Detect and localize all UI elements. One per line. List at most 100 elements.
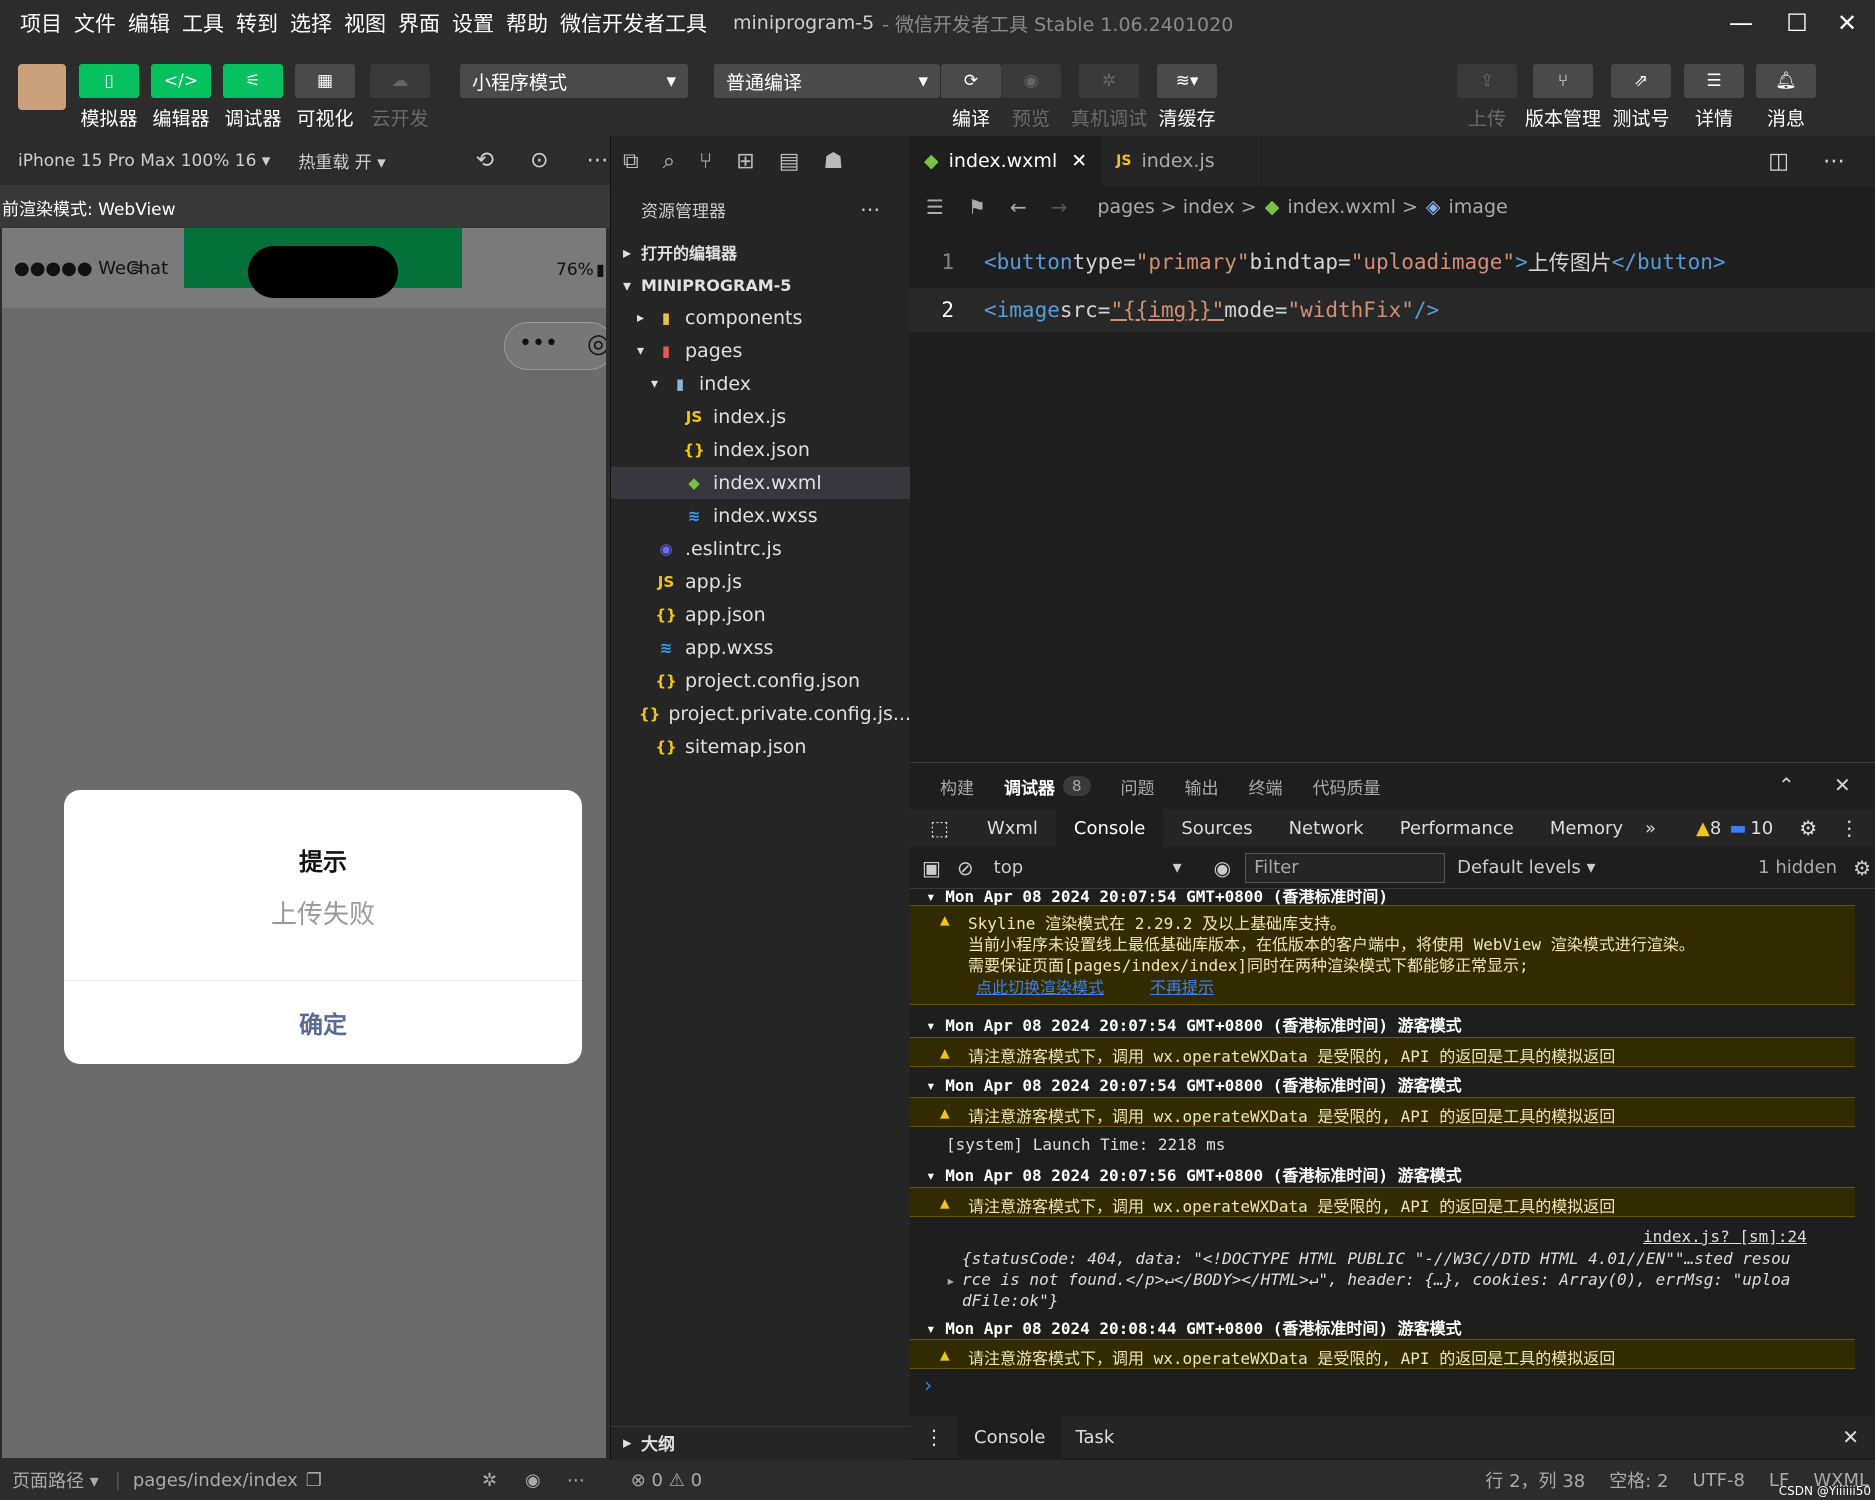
more-dots-icon[interactable]: ••• [519, 331, 558, 356]
devtools-tab[interactable]: Performance [1382, 809, 1532, 847]
drawer-tab-task[interactable]: Task [1061, 1427, 1128, 1448]
menu-item[interactable]: 选择 [284, 8, 338, 38]
version-button[interactable]: ⑂ 版本管理 [1525, 46, 1601, 131]
tree-item[interactable]: ◆ index.wxml [611, 467, 911, 499]
rotate-icon[interactable]: ⟲ [476, 148, 494, 173]
list-icon[interactable]: ☰ [926, 195, 944, 219]
devtools-tab[interactable]: Wxml [969, 809, 1056, 847]
breadcrumb-path[interactable]: pages > index > [1097, 196, 1256, 218]
tree-item[interactable]: ▸ ▮ components [611, 302, 911, 334]
upload-button[interactable]: ⇪ 上传 [1452, 46, 1522, 131]
menu-item[interactable]: 编辑 [122, 8, 176, 38]
switch-render-link[interactable]: 点此切换渲染模式 [976, 974, 1104, 998]
warning-count[interactable]: 8 [1710, 818, 1721, 839]
close-window-button[interactable]: ✕ [1819, 0, 1875, 46]
stop-icon[interactable]: ⊙ [530, 148, 548, 173]
debugger-button[interactable]: ⚟ 调试器 [218, 46, 288, 131]
menu-item[interactable]: 转到 [230, 8, 284, 38]
project-section[interactable]: ▾ MINIPROGRAM-5 [611, 269, 911, 301]
devtools-tab[interactable]: Console [1055, 809, 1164, 847]
menu-item[interactable]: 微信开发者工具 [554, 8, 713, 38]
bug-icon[interactable]: ✲ [482, 1470, 497, 1491]
tree-item[interactable]: {} project.private.config.js... [611, 698, 911, 730]
capsule-menu[interactable]: ••• ◎ [504, 322, 606, 370]
close-icon[interactable]: ✕ [1071, 150, 1087, 172]
more-icon[interactable]: ⋯ [860, 197, 880, 221]
outline-section[interactable]: ▸ 大纲 [611, 1426, 911, 1458]
dialog-confirm-button[interactable]: 确定 [64, 980, 582, 1064]
tab-index-js[interactable]: JS index.js [1102, 136, 1263, 186]
log-object[interactable]: dFile:ok"} [962, 1291, 1875, 1310]
clear-cache-button[interactable]: ≋▾ 清缓存 [1152, 46, 1222, 131]
encoding[interactable]: UTF-8 [1692, 1470, 1744, 1491]
more-icon[interactable]: ⋯ [567, 1470, 585, 1491]
log-group-header[interactable]: ▾ Mon Apr 08 2024 20:07:54 GMT+0800 (香港标… [926, 1012, 1871, 1036]
devtools-tab[interactable]: Memory [1532, 809, 1641, 847]
cloud-button[interactable]: ☁ 云开发 [365, 46, 435, 131]
remote-debug-button[interactable]: ✲ 真机调试 [1071, 46, 1147, 131]
tab-index-wxml[interactable]: ◆ index.wxml ✕ [910, 136, 1103, 186]
more-tabs-button[interactable]: » [1645, 818, 1656, 839]
menu-item[interactable]: 界面 [392, 8, 446, 38]
tree-item[interactable]: {} project.config.json [611, 665, 911, 697]
panel-tab[interactable]: 输出 [1185, 774, 1219, 799]
menu-item[interactable]: 设置 [446, 8, 500, 38]
visual-button[interactable]: ▦ 可视化 [290, 46, 360, 131]
chevron-up-icon[interactable]: ⌃ [1778, 773, 1795, 797]
devtools-tab[interactable]: Sources [1163, 809, 1270, 847]
devtools-tab[interactable]: Network [1271, 809, 1382, 847]
forward-icon[interactable]: → [1051, 195, 1068, 219]
log-object[interactable]: rce is not found.</p>↵</BODY></HTML>↵", … [962, 1270, 1875, 1289]
preview-button[interactable]: ◉ 预览 [996, 46, 1066, 131]
code-line-2[interactable]: 2 <image src= "{{img}}" mode= "widthFix"/> [910, 288, 1875, 332]
inspect-icon[interactable]: ⬚ [910, 816, 969, 840]
levels-select[interactable]: Default levels ▾ [1457, 857, 1595, 878]
details-button[interactable]: ☰ 详情 [1679, 46, 1749, 131]
tree-item[interactable]: ▾ ▮ pages [611, 335, 911, 367]
messages-button[interactable]: 🔔︎ 消息 [1751, 46, 1821, 131]
log-group-header[interactable]: ▾ Mon Apr 08 2024 20:07:54 GMT+0800 (香港标… [926, 1072, 1871, 1096]
page-route-select[interactable]: 页面路径 ▾ [12, 1467, 99, 1493]
git-icon[interactable]: ⑂ [699, 149, 712, 174]
back-icon[interactable]: ← [1010, 195, 1027, 219]
clear-console-icon[interactable]: ⊘ [957, 856, 974, 880]
problems-count[interactable]: ⊗ 0 ⚠ 0 [631, 1470, 702, 1491]
breadcrumb-element[interactable]: image [1449, 196, 1508, 218]
tree-item[interactable]: {} app.json [611, 599, 911, 631]
maximize-button[interactable]: ☐ [1769, 0, 1825, 46]
panel-tab[interactable]: 调试器 [1004, 774, 1055, 799]
more-vert-icon[interactable]: ⋮ [1839, 816, 1859, 840]
compile-mode-select[interactable]: 普通编译 ▾ [714, 64, 940, 98]
drawer-tab-console[interactable]: Console [958, 1416, 1062, 1458]
indent-setting[interactable]: 空格: 2 [1609, 1467, 1668, 1493]
settings-icon[interactable]: ⚙ [1799, 816, 1817, 840]
context-select[interactable]: top ▾ [994, 857, 1194, 878]
more-icon[interactable]: ⋯ [1823, 149, 1845, 174]
split-editor-icon[interactable]: ◫ [1768, 149, 1789, 174]
close-icon[interactable]: ✕ [1842, 1425, 1859, 1449]
device-select[interactable]: iPhone 15 Pro Max 100% 16 ▾ [18, 151, 270, 171]
tree-item[interactable]: ≋ index.wxss [611, 500, 911, 532]
open-editors-section[interactable]: ▸ 打开的编辑器 [611, 236, 911, 268]
simulator-button[interactable]: ▯ 模拟器 [74, 46, 144, 131]
docker-icon[interactable]: ☗ [823, 149, 843, 174]
settings-icon[interactable]: ⚙ [1853, 856, 1871, 880]
search-icon[interactable]: ⌕ [663, 149, 675, 174]
tree-item[interactable]: {} sitemap.json [611, 731, 911, 763]
log-group-header[interactable]: ▾ Mon Apr 08 2024 20:08:44 GMT+0800 (香港标… [926, 1315, 1871, 1339]
filter-input[interactable]: Filter [1245, 852, 1446, 883]
panel-tab[interactable]: 代码质量 [1313, 774, 1381, 799]
breadcrumb-file[interactable]: index.wxml > [1287, 196, 1418, 218]
menu-item[interactable]: 视图 [338, 8, 392, 38]
eye-icon[interactable]: ◉ [1214, 856, 1231, 880]
tree-item[interactable]: {} index.json [611, 434, 911, 466]
tree-item[interactable]: ≋ app.wxss [611, 632, 911, 664]
dont-show-link[interactable]: 不再提示 [1150, 974, 1214, 998]
tree-item[interactable]: JS app.js [611, 566, 911, 598]
menu-item[interactable]: 项目 [14, 8, 68, 38]
log-object[interactable]: {statusCode: 404, data: "<!DOCTYPE HTML … [962, 1249, 1875, 1268]
source-link[interactable]: index.js? [sm]:24 [1643, 1227, 1875, 1246]
panel-tab[interactable]: 构建 [940, 774, 974, 799]
avatar[interactable] [18, 64, 66, 110]
editor-button[interactable]: </> 编辑器 [146, 46, 216, 131]
